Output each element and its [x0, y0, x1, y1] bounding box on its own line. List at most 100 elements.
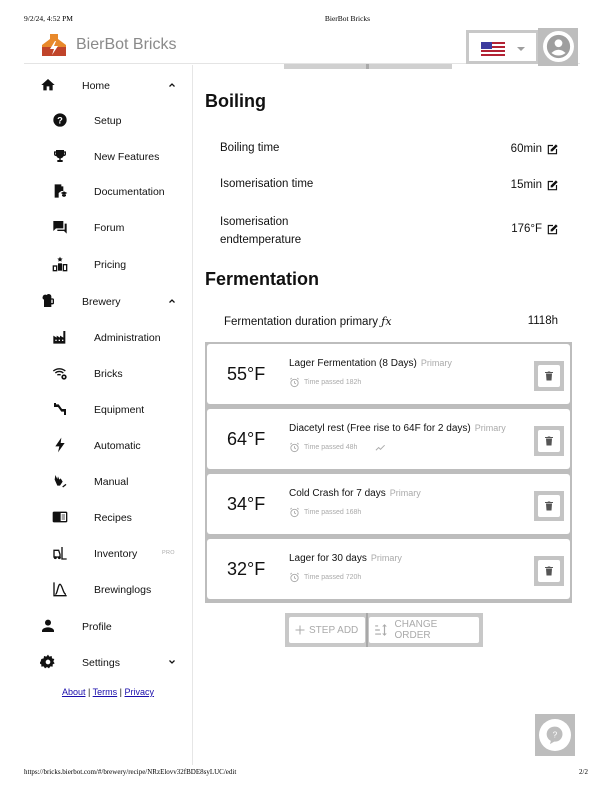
sidebar-item-label: Pricing: [94, 259, 127, 271]
trash-icon: [545, 371, 553, 381]
change-order-button[interactable]: CHANGE ORDER: [369, 617, 479, 643]
sidebar-item-pricing[interactable]: Pricing: [24, 246, 192, 282]
sidebar-item-label: New Features: [94, 151, 160, 163]
step-title: Diacetyl rest (Free rise to 64F for 2 da…: [289, 423, 471, 434]
home-icon: [41, 79, 55, 91]
step-title: Lager for 30 days: [289, 553, 367, 564]
recipe-book-icon: [52, 511, 68, 523]
step-card[interactable]: 55°F Lager Fermentation (8 Days) Primary Ti…: [207, 344, 570, 404]
sidebar-item-label: Settings: [82, 657, 120, 669]
step-temperature: 34°F: [227, 494, 266, 514]
sidebar-item-automatic[interactable]: Automatic: [24, 427, 192, 463]
privacy-link[interactable]: Privacy: [125, 687, 155, 697]
book-education-icon: [54, 184, 68, 198]
edit-icon[interactable]: [546, 222, 560, 236]
isomerisation-time-value: 15min: [510, 179, 542, 191]
forum-icon: [53, 221, 67, 234]
sidebar-item-equipment[interactable]: Equipment: [24, 391, 192, 427]
delete-step-button[interactable]: [534, 491, 564, 521]
formula-icon[interactable]: ƒx: [381, 315, 391, 328]
chevron-down-icon[interactable]: [166, 656, 178, 668]
reorder-icon: [375, 624, 387, 636]
chevron-up-icon[interactable]: [166, 79, 178, 91]
chart-bell-curve-icon: [53, 582, 67, 597]
sidebar-item-label: Profile: [82, 621, 112, 633]
step-time-passed: Time passed 168h: [304, 509, 362, 516]
sidebar-item-manual[interactable]: Manual: [24, 463, 192, 499]
sidebar-item-label: Brewinglogs: [94, 584, 152, 596]
terms-link[interactable]: Terms: [93, 687, 118, 697]
print-url: https://bricks.bierbot.com/#/brewery/rec…: [24, 768, 237, 776]
sidebar-item-label: Documentation: [94, 186, 165, 198]
trophy-icon: [54, 150, 66, 162]
sidebar-item-brewinglogs[interactable]: Brewinglogs: [24, 571, 192, 607]
fermentation-duration-label: Fermentation duration primary: [224, 316, 379, 328]
step-add-label: STEP ADD: [309, 624, 359, 636]
edit-icon[interactable]: [546, 178, 560, 192]
sidebar-item-label: Equipment: [94, 404, 145, 416]
step-temperature: 55°F: [227, 364, 266, 384]
step-card[interactable]: 64°F Diacetyl rest (Free rise to 64F for …: [207, 409, 570, 469]
sidebar-item-label: Manual: [94, 476, 129, 488]
trash-icon: [545, 501, 553, 511]
sidebar-item-administration[interactable]: Administration: [24, 319, 192, 355]
fermentation-step[interactable]: 64°F Diacetyl rest (Free rise to 64F for …: [205, 407, 572, 473]
fermentation-step[interactable]: 55°F Lager Fermentation (8 Days) Primary Ti…: [205, 342, 572, 408]
step-add-button[interactable]: STEP ADD: [289, 617, 365, 643]
sidebar-item-home[interactable]: Home: [24, 67, 192, 103]
fermentation-duration-value: 1118h: [527, 315, 558, 327]
edit-icon[interactable]: [546, 142, 560, 156]
sidebar-item-setup[interactable]: ? Setup: [24, 102, 192, 138]
sidebar-item-label: Bricks: [94, 368, 123, 380]
chevron-up-icon[interactable]: [166, 295, 178, 307]
pro-badge: PRO: [162, 550, 175, 556]
forklift-icon: [53, 547, 67, 560]
account-icon: [42, 619, 54, 632]
step-title: Lager Fermentation (8 Days): [289, 358, 417, 369]
fermentation-step[interactable]: 32°F Lager for 30 days Primary Time passed …: [205, 537, 572, 603]
print-page-number: 2/2: [579, 768, 588, 776]
isomerisation-time-row: Isomerisation time 15min: [220, 178, 560, 192]
step-card[interactable]: 32°F Lager for 30 days Primary Time passed …: [207, 539, 570, 599]
delete-step-button[interactable]: [534, 556, 564, 586]
language-select[interactable]: [466, 30, 540, 64]
about-link[interactable]: About: [62, 687, 86, 697]
sidebar-item-bricks[interactable]: Bricks: [24, 355, 192, 391]
help-chat-button[interactable]: ?: [535, 714, 575, 756]
step-time-passed: Time passed 182h: [304, 379, 362, 386]
sidebar-item-profile[interactable]: Profile: [24, 608, 192, 644]
account-button[interactable]: [538, 28, 578, 66]
sidebar-item-forum[interactable]: Forum: [24, 209, 192, 245]
trash-icon: [545, 566, 553, 576]
step-meta: Time passed 720h: [289, 572, 361, 583]
link-separator: |: [85, 687, 93, 697]
fermentation-duration-row: Fermentation duration primary ƒx 1118h: [224, 315, 558, 328]
sidebar-item-settings[interactable]: Settings: [24, 644, 192, 680]
legal-links: About | Terms | Privacy: [24, 687, 192, 697]
step-card[interactable]: 34°F Cold Crash for 7 days Primary Time pas…: [207, 474, 570, 534]
alarm-clock-icon: [290, 377, 299, 388]
delete-step-button[interactable]: [534, 361, 564, 391]
label-line: Isomerisation: [220, 216, 289, 228]
boiling-title: Boiling: [205, 91, 266, 111]
sidebar-item-label: Inventory: [94, 548, 138, 560]
sidebar-item-new-features[interactable]: New Features: [24, 138, 192, 174]
delete-step-button[interactable]: [534, 426, 564, 456]
isomerisation-time-label: Isomerisation time: [220, 178, 314, 190]
bierbot-logo-icon[interactable]: [40, 32, 68, 58]
sidebar-item-label: Automatic: [94, 440, 141, 452]
sidebar-item-brewery[interactable]: Brewery: [24, 283, 192, 319]
step-meta: Time passed 182h: [289, 377, 361, 388]
sidebar-item-recipes[interactable]: Recipes: [24, 499, 192, 535]
podium-icon: [52, 256, 68, 272]
plus-icon: [295, 625, 305, 635]
app-bar: BierBot Bricks: [24, 28, 580, 66]
brand-name[interactable]: BierBot Bricks: [76, 36, 176, 54]
sidebar-item-inventory[interactable]: Inventory PRO: [24, 535, 192, 571]
help-circle-icon: ?: [53, 113, 67, 127]
sidebar-item-documentation[interactable]: Documentation: [24, 173, 192, 209]
fermentation-step[interactable]: 34°F Cold Crash for 7 days Primary Time pas…: [205, 472, 572, 538]
step-time-passed: Time passed 48h: [304, 444, 358, 451]
label-line: endtemperature: [220, 234, 302, 246]
us-flag-icon: [481, 42, 505, 56]
